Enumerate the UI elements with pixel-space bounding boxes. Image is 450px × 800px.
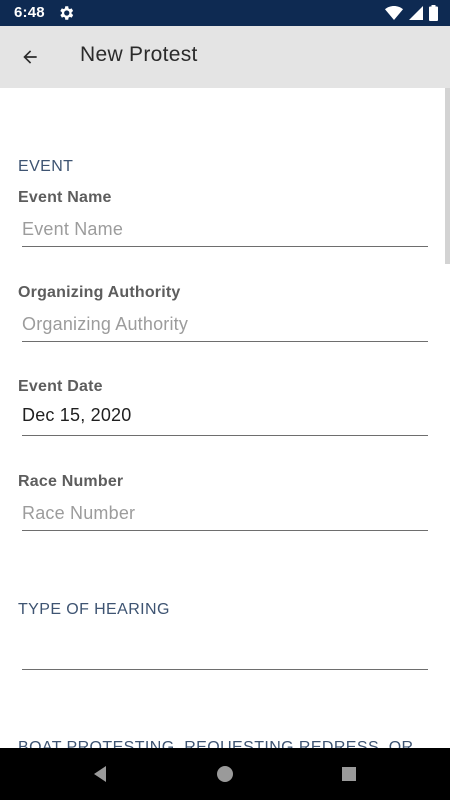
app-bar: New Protest [0,26,450,88]
status-bar: 6:48 [0,0,450,26]
event-name-label: Event Name [18,189,112,206]
page-title: New Protest [80,43,198,66]
event-date-field[interactable]: Dec 15, 2020 [22,402,428,436]
section-header-event: EVENT [18,158,74,175]
scrollbar[interactable] [445,88,450,264]
signal-icon [409,6,423,20]
race-number-label: Race Number [18,473,124,490]
status-time: 6:48 [14,4,45,21]
back-button[interactable] [12,39,48,75]
organizing-authority-input[interactable] [22,308,428,342]
form-content[interactable]: EVENT Event Name Organizing Authority Ev… [0,88,450,748]
battery-icon [429,5,438,21]
type-of-hearing-select[interactable] [22,636,428,670]
nav-recents-button[interactable] [337,762,361,786]
recents-square-icon [342,767,356,781]
arrow-back-icon [23,50,37,64]
race-number-input[interactable] [22,497,428,531]
nav-back-button[interactable] [88,762,112,786]
home-circle-icon [217,766,233,782]
status-icons [385,5,438,21]
section-header-type-of-hearing: TYPE OF HEARING [18,601,170,618]
nav-home-button[interactable] [213,762,237,786]
navigation-bar [0,748,450,800]
section-header-boat-protesting: BOAT PROTESTING, REQUESTING REDRESS, OR [18,739,414,748]
event-date-label: Event Date [18,378,103,395]
back-triangle-icon [94,766,106,782]
gear-icon [60,6,74,20]
wifi-icon [385,6,403,20]
event-name-input[interactable] [22,213,428,247]
organizing-authority-label: Organizing Authority [18,284,181,301]
